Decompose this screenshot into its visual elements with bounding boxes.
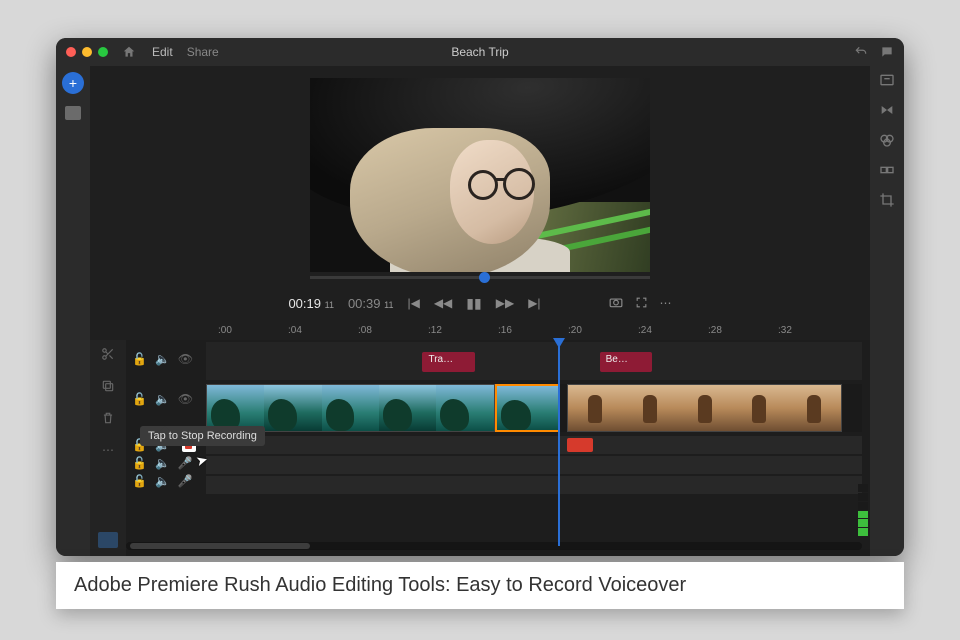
audio-track[interactable]: [206, 456, 862, 474]
timeline-ruler[interactable]: :00 :04 :08 :12 :16 :20 :24 :28 :32: [90, 320, 870, 340]
delete-icon[interactable]: [100, 410, 116, 426]
lock-icon[interactable]: 🔓: [132, 392, 147, 406]
speaker-icon[interactable]: 🔈: [155, 474, 170, 488]
scissors-icon[interactable]: [100, 346, 116, 362]
ruler-tick: :00: [218, 325, 232, 336]
speed-icon[interactable]: [879, 162, 895, 178]
eye-icon[interactable]: 👁: [178, 392, 193, 406]
window-controls: [66, 47, 108, 57]
fullscreen-icon[interactable]: [635, 296, 648, 310]
mic-icon[interactable]: 🎤: [178, 474, 193, 488]
video-track[interactable]: [206, 384, 862, 432]
close-window-button[interactable]: [66, 47, 76, 57]
more-options-icon[interactable]: ⋯: [660, 296, 672, 310]
duplicate-icon[interactable]: [100, 378, 116, 394]
ruler-tick: :32: [778, 325, 792, 336]
title-track[interactable]: Tra… Be…: [206, 342, 862, 380]
speaker-icon[interactable]: 🔈: [155, 456, 170, 470]
main-area: +: [56, 66, 904, 556]
center-panel: 00:19 11 00:39 11 |◀ ◀◀ ▮▮ ▶▶ ▶|: [90, 66, 870, 556]
capture-frame-icon[interactable]: [609, 296, 623, 310]
chat-icon[interactable]: [880, 45, 894, 59]
audio-track[interactable]: [206, 436, 862, 454]
ruler-tick: :08: [358, 325, 372, 336]
recording-tooltip: Tap to Stop Recording: [140, 426, 265, 446]
more-icon[interactable]: ⋯: [100, 442, 116, 458]
lock-icon[interactable]: 🔓: [132, 474, 147, 488]
tab-edit[interactable]: Edit: [152, 45, 173, 59]
step-back-icon[interactable]: ◀◀: [434, 296, 452, 310]
right-rail: [870, 66, 904, 556]
undo-icon[interactable]: [854, 45, 868, 59]
speaker-icon[interactable]: 🔈: [155, 392, 170, 406]
scrollbar-thumb[interactable]: [130, 543, 310, 549]
ruler-tick: :16: [498, 325, 512, 336]
transitions-icon[interactable]: [879, 102, 895, 118]
ruler-tick: :24: [638, 325, 652, 336]
color-icon[interactable]: [879, 132, 895, 148]
zoom-window-button[interactable]: [98, 47, 108, 57]
preview-monitor: [90, 66, 870, 286]
playhead[interactable]: [558, 340, 560, 546]
project-panel-icon[interactable]: [65, 106, 81, 120]
titlebar: Edit Share Beach Trip: [56, 38, 904, 66]
voiceover-segment[interactable]: [567, 438, 593, 452]
titles-icon[interactable]: [879, 72, 895, 88]
mic-icon[interactable]: 🎤: [178, 456, 193, 470]
lock-icon[interactable]: 🔓: [132, 456, 147, 470]
minimize-window-button[interactable]: [82, 47, 92, 57]
title-clip[interactable]: Be…: [600, 352, 652, 372]
crop-icon[interactable]: [879, 192, 895, 208]
mode-tabs: Edit Share: [152, 45, 219, 59]
ruler-tick: :20: [568, 325, 582, 336]
timeline-scrollbar[interactable]: [126, 542, 862, 550]
eye-icon[interactable]: 👁: [178, 352, 193, 366]
audio-level-meter: [858, 484, 868, 536]
timeline-panel: ⋯ 🔓 🔈 👁 Tra… Be… 🔓: [90, 340, 870, 556]
go-to-end-icon[interactable]: ▶|: [528, 296, 540, 310]
playback-bar: 00:19 11 00:39 11 |◀ ◀◀ ▮▮ ▶▶ ▶|: [90, 286, 870, 320]
video-clip[interactable]: [567, 384, 843, 432]
preview-frame[interactable]: [310, 78, 650, 272]
figure-caption: Adobe Premiere Rush Audio Editing Tools:…: [56, 562, 904, 609]
ruler-tick: :28: [708, 325, 722, 336]
current-timecode: 00:19 11: [288, 296, 334, 311]
audio-tracks: [206, 436, 862, 496]
track-control-icon[interactable]: [98, 532, 118, 548]
timeline-tool-column: ⋯: [90, 340, 126, 556]
step-forward-icon[interactable]: ▶▶: [496, 296, 514, 310]
audio-track[interactable]: [206, 476, 862, 494]
video-clip-selected[interactable]: [495, 384, 561, 432]
add-media-button[interactable]: +: [62, 72, 84, 94]
video-clip[interactable]: [206, 384, 495, 432]
total-timecode: 00:39 11: [348, 296, 394, 311]
title-clip[interactable]: Tra…: [422, 352, 474, 372]
app-window: Edit Share Beach Trip +: [56, 38, 904, 556]
play-pause-icon[interactable]: ▮▮: [466, 295, 481, 312]
speaker-icon[interactable]: 🔈: [155, 352, 170, 366]
scrubber-knob[interactable]: [479, 272, 490, 283]
tab-share[interactable]: Share: [187, 45, 219, 59]
left-rail: +: [56, 66, 90, 556]
ruler-tick: :04: [288, 325, 302, 336]
go-to-start-icon[interactable]: |◀: [407, 296, 419, 310]
lock-icon[interactable]: 🔓: [132, 352, 147, 366]
preview-scrubber[interactable]: [310, 276, 650, 279]
ruler-tick: :12: [428, 325, 442, 336]
home-icon[interactable]: [122, 45, 136, 59]
